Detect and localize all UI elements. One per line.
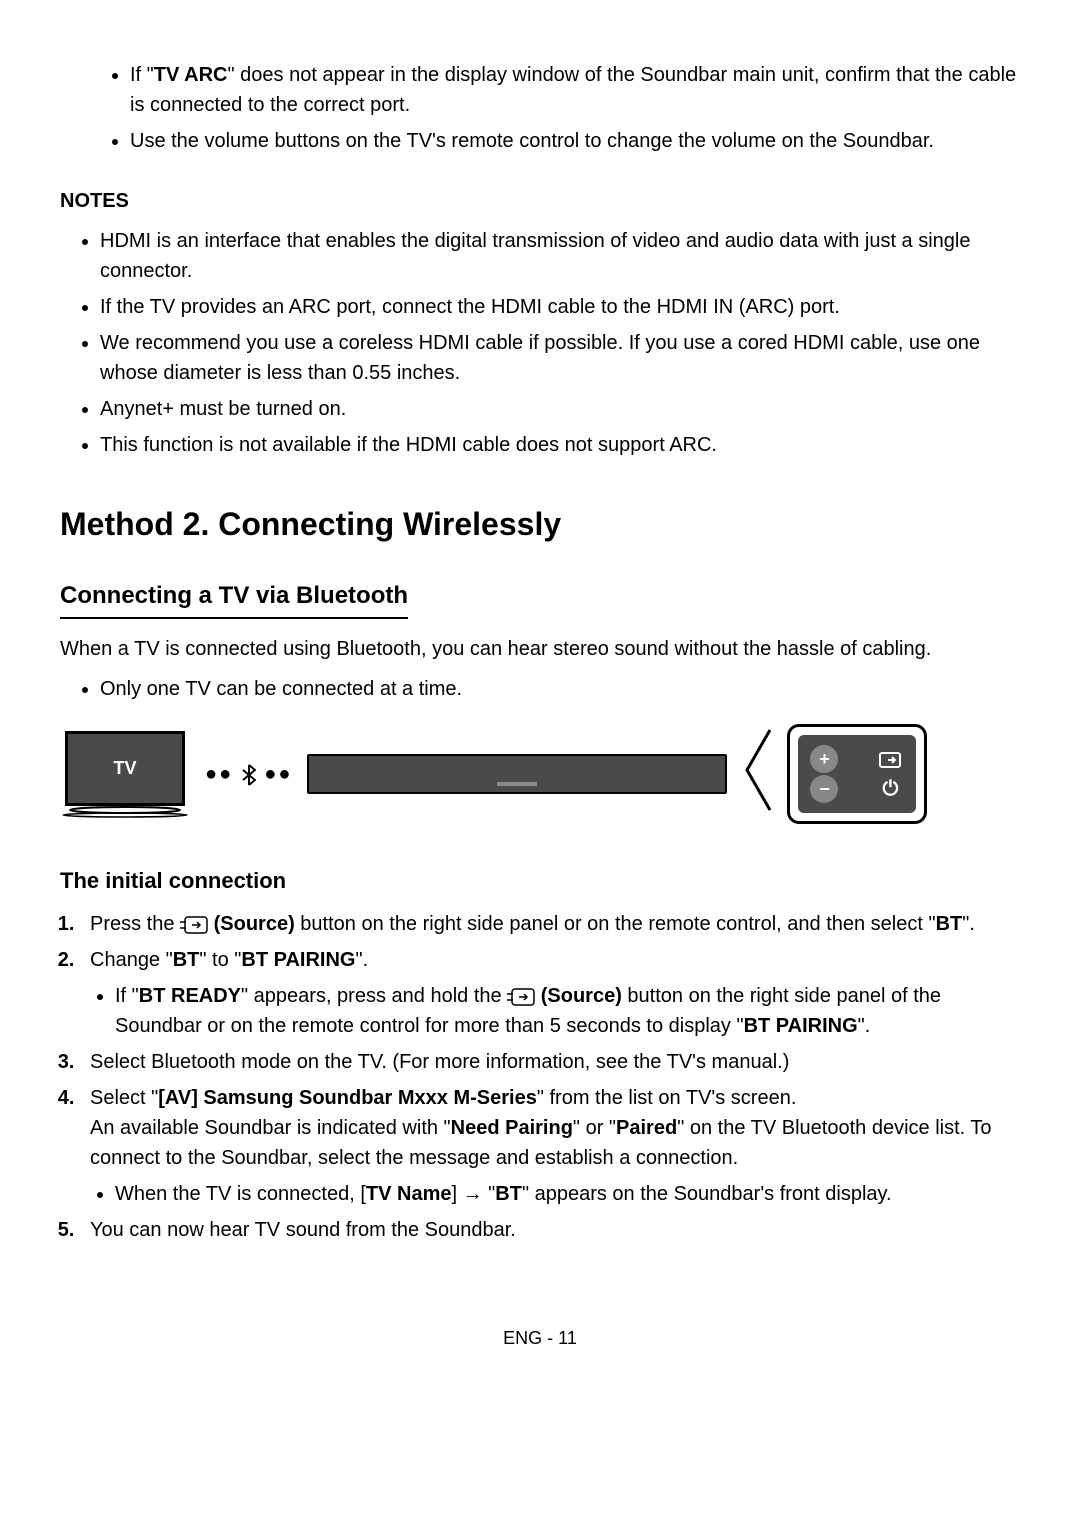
step-5: You can now hear TV sound from the Sound… (80, 1215, 1020, 1245)
text: ". (858, 1015, 871, 1037)
note-item: This function is not available if the HD… (100, 430, 1020, 460)
text: When the TV is connected, [ (115, 1183, 366, 1205)
power-icon: ⏻ (876, 775, 904, 803)
text: " from the list on TV's screen. (537, 1087, 797, 1109)
tv-box: TV (65, 731, 185, 806)
bold-text: BT READY (139, 985, 241, 1007)
text: Change " (90, 949, 173, 971)
control-panel-illustration: + − ⏻ (787, 724, 927, 824)
bluetooth-icon: ●● ●● (205, 759, 292, 789)
step-2-sub-list: If "BT READY" appears, press and hold th… (115, 981, 1020, 1041)
top-bullet-2: Use the volume buttons on the TV's remot… (130, 126, 1020, 156)
step-2-sub-item: If "BT READY" appears, press and hold th… (115, 981, 1020, 1041)
text: " appears on the Soundbar's front displa… (522, 1183, 892, 1205)
bold-text: BT PAIRING (241, 949, 355, 971)
bold-text: [AV] Samsung Soundbar Mxxx M-Series (158, 1087, 537, 1109)
minus-icon: − (810, 775, 838, 803)
text: If " (115, 985, 139, 1007)
text: button on the right side panel or on the… (295, 913, 936, 935)
note-item: Anynet+ must be turned on. (100, 394, 1020, 424)
bold-text: BT (495, 1183, 522, 1205)
bold-text: BT PAIRING (744, 1015, 858, 1037)
text: " to " (199, 949, 241, 971)
notes-heading: NOTES (60, 186, 1020, 216)
top-bullet-1: If "TV ARC" does not appear in the displ… (130, 60, 1020, 120)
page-footer: ENG - 11 (60, 1325, 1020, 1352)
tv-label: TV (113, 755, 136, 782)
connection-diagram: TV ●● ●● + − ⏻ (60, 724, 1020, 824)
step-1: Press the (Source) button on the right s… (80, 909, 1020, 939)
text: ] → " (451, 1183, 495, 1205)
text: Press the (90, 913, 180, 935)
text: An available Soundbar is indicated with … (90, 1117, 451, 1139)
text: Select " (90, 1087, 158, 1109)
source-icon (876, 745, 904, 773)
note-item: We recommend you use a coreless HDMI cab… (100, 328, 1020, 388)
text: ". (962, 913, 975, 935)
bluetooth-sub-item: Only one TV can be connected at a time. (100, 674, 1020, 704)
bold-text: (Source) (541, 985, 622, 1007)
bold-text: BT (173, 949, 200, 971)
plus-icon: + (810, 745, 838, 773)
bold-text: TV Name (366, 1183, 452, 1205)
source-button-icon (180, 916, 208, 934)
bluetooth-sub-list: Only one TV can be connected at a time. (100, 674, 1020, 704)
bold-text: Need Pairing (451, 1117, 573, 1139)
soundbar-illustration (307, 754, 727, 794)
bold-text: (Source) (214, 913, 295, 935)
initial-connection-heading: The initial connection (60, 864, 1020, 897)
bold-text: BT (936, 913, 963, 935)
bold-text: Paired (616, 1117, 677, 1139)
step-3: Select Bluetooth mode on the TV. (For mo… (80, 1047, 1020, 1077)
bold-text: TV ARC (154, 64, 228, 86)
bluetooth-intro: When a TV is connected using Bluetooth, … (60, 634, 1020, 664)
bluetooth-heading: Connecting a TV via Bluetooth (60, 578, 408, 619)
notes-list: HDMI is an interface that enables the di… (100, 226, 1020, 460)
step-4-sub-item: When the TV is connected, [TV Name] → "B… (115, 1179, 1020, 1209)
tv-illustration: TV (60, 731, 190, 818)
text: ". (355, 949, 368, 971)
text: " or " (573, 1117, 616, 1139)
text: " does not appear in the display window … (130, 64, 1016, 116)
steps-list: Press the (Source) button on the right s… (80, 909, 1020, 1245)
note-item: If the TV provides an ARC port, connect … (100, 292, 1020, 322)
note-item: HDMI is an interface that enables the di… (100, 226, 1020, 286)
step-2: Change "BT" to "BT PAIRING". If "BT READ… (80, 945, 1020, 1041)
method-2-heading: Method 2. Connecting Wirelessly (60, 500, 1020, 548)
text: If " (130, 64, 154, 86)
source-button-icon (507, 988, 535, 1006)
bracket-icon (742, 725, 772, 823)
bluetooth-symbol-icon (241, 764, 257, 786)
step-4-sub-list: When the TV is connected, [TV Name] → "B… (115, 1179, 1020, 1209)
step-4: Select "[AV] Samsung Soundbar Mxxx M-Ser… (80, 1083, 1020, 1209)
top-bullet-list: If "TV ARC" does not appear in the displ… (130, 60, 1020, 156)
text: " appears, press and hold the (241, 985, 507, 1007)
tv-stand-icon (60, 806, 190, 818)
